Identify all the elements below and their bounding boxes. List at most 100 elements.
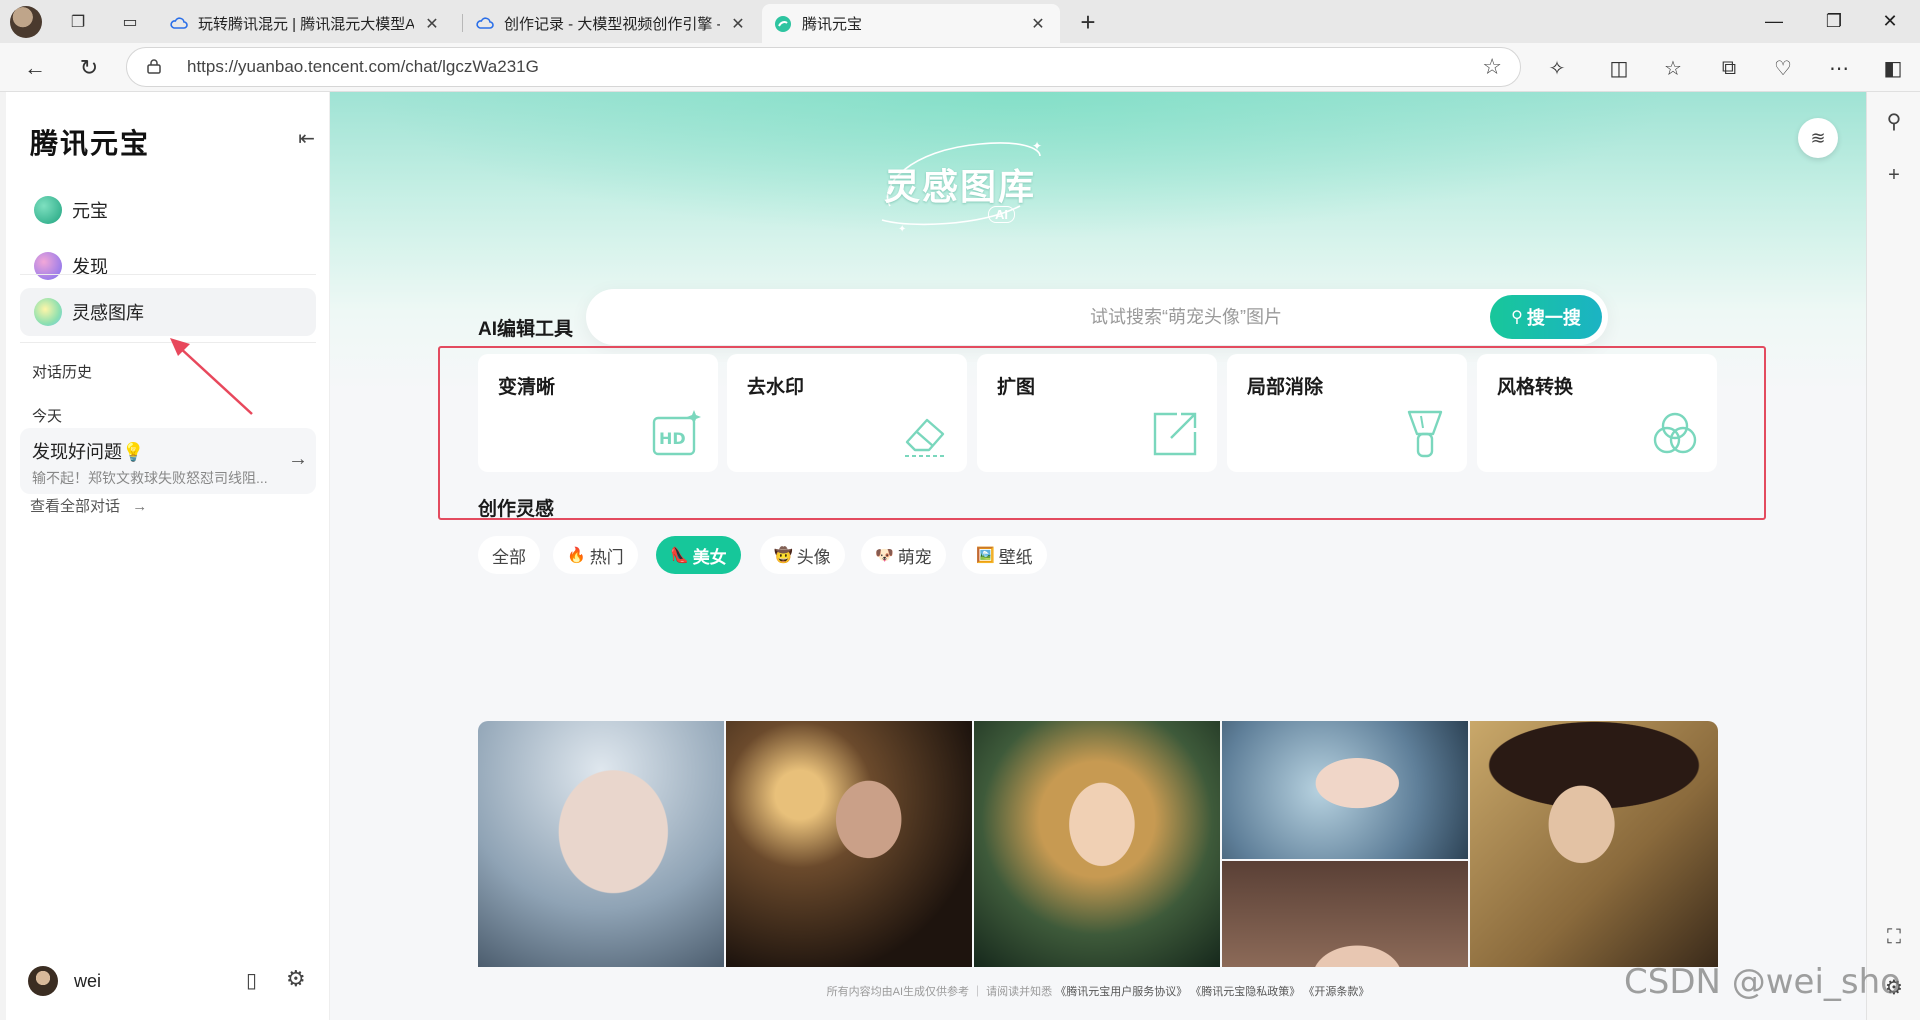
nav-item-yuanbao[interactable]: 元宝	[20, 186, 316, 234]
circles-icon	[1653, 412, 1697, 454]
browser-essentials-icon[interactable]: ♡	[1766, 51, 1800, 85]
open-source-link[interactable]: 《开源条款》	[1303, 986, 1369, 998]
app-sidebar: 腾讯元宝 ⇤ 元宝 发现 灵感图库 对话历史 今天 发现好问题💡 输不起！郑钦文…	[6, 92, 330, 1020]
cloud-icon	[476, 16, 494, 29]
watermark-text: CSDN @wei_sho	[1624, 962, 1901, 1002]
tool-card-expand[interactable]: 扩图	[977, 354, 1217, 472]
avatar[interactable]	[28, 966, 58, 996]
close-icon[interactable]: ✕	[728, 14, 748, 34]
close-icon[interactable]: ✕	[422, 14, 442, 34]
nav-item-discover[interactable]: 发现	[20, 242, 316, 290]
dog-icon: 🐶	[875, 547, 894, 564]
footer-prefix: 所有内容均由AI生成仅供参考 ｜ 请阅读并知悉	[826, 986, 1053, 998]
svg-text:✦: ✦	[898, 224, 906, 235]
today-label: 今天	[32, 408, 63, 425]
discover-icon	[34, 252, 62, 280]
tab-title: 腾讯元宝	[802, 16, 863, 33]
split-screen-icon[interactable]: ◫	[1602, 51, 1636, 85]
extensions-icon[interactable]: ✧	[1540, 51, 1574, 85]
terms-link[interactable]: 《腾讯元宝用户服务协议》	[1055, 986, 1187, 998]
gallery-image[interactable]	[1470, 721, 1718, 967]
more-menu-icon[interactable]: ⋯	[1822, 51, 1856, 85]
tool-card-remove-watermark[interactable]: 去水印	[727, 354, 967, 472]
user-row: wei ▯ ⚙	[28, 962, 318, 1002]
favorites-icon[interactable]: ☆	[1656, 51, 1690, 85]
expand-icon	[1153, 412, 1197, 456]
search-bar: ⚲ 搜一搜	[586, 289, 1608, 345]
cowboy-face-icon: 🤠	[774, 547, 793, 564]
tool-card-enhance[interactable]: 变清晰 HD	[478, 354, 718, 472]
chip-label: 热门	[589, 547, 624, 567]
search-input[interactable]	[586, 289, 1466, 345]
close-icon[interactable]: ✕	[1028, 14, 1048, 34]
browser-profile-avatar[interactable]	[10, 6, 42, 38]
history-label: 对话历史	[32, 364, 93, 381]
layers-icon[interactable]: ≋	[1798, 118, 1838, 158]
chip-label: 美女	[692, 547, 727, 567]
favorite-star-icon[interactable]: ☆	[1482, 54, 1502, 80]
picture-icon: 🖼️	[976, 547, 995, 564]
history-item[interactable]: 发现好问题💡 输不起！郑钦文救球失败怒怼司线阻... →	[20, 428, 316, 494]
chip-beauty[interactable]: 👠 美女	[656, 536, 741, 574]
chip-pets[interactable]: 🐶 萌宠	[861, 536, 946, 574]
divider	[20, 274, 316, 275]
tool-name: 风格转换	[1497, 377, 1574, 398]
minimize-button[interactable]: —	[1746, 0, 1802, 43]
chip-label: 头像	[796, 547, 831, 567]
gallery-image[interactable]	[1222, 721, 1468, 859]
tool-card-local-erase[interactable]: 局部消除	[1227, 354, 1467, 472]
collections-icon[interactable]: ⧉	[1712, 51, 1746, 85]
add-icon[interactable]: +	[1877, 158, 1911, 192]
svg-text:HD: HD	[659, 429, 686, 448]
tool-card-style-transfer[interactable]: 风格转换	[1477, 354, 1717, 472]
refresh-button[interactable]: ↻	[72, 51, 106, 85]
chip-hot[interactable]: 🔥 热门	[553, 536, 638, 574]
tab-actions-icon[interactable]: ▭	[116, 8, 144, 36]
phone-icon[interactable]: ▯	[246, 968, 257, 993]
close-window-button[interactable]: ✕	[1862, 0, 1918, 43]
tab-hunyuan[interactable]: 玩转腾讯混元 | 腾讯混元大模型AI ✕	[158, 4, 454, 43]
nav-item-inspiration-gallery[interactable]: 灵感图库	[20, 288, 316, 336]
nav-item-label: 元宝	[72, 201, 108, 221]
screenshot-icon[interactable]: ⛶	[1877, 920, 1911, 954]
tab-title: 玩转腾讯混元 | 腾讯混元大模型AI	[198, 16, 414, 33]
gallery-image[interactable]	[974, 721, 1220, 967]
tab-creation-record[interactable]: 创作记录 - 大模型视频创作引擎 - ✕	[464, 4, 760, 43]
search-icon: ⚲	[1511, 309, 1523, 326]
gear-icon[interactable]: ⚙	[286, 966, 306, 992]
inspiration-section-title: 创作灵感	[478, 499, 555, 520]
fire-icon: 🔥	[567, 547, 586, 564]
edge-sidebar: ⚲ + ⛶ ⚙	[1866, 92, 1920, 1020]
search-button[interactable]: ⚲ 搜一搜	[1490, 295, 1602, 339]
gallery-image[interactable]	[478, 721, 724, 967]
yuanbao-logo-icon	[34, 196, 62, 224]
heel-icon: 👠	[670, 547, 689, 564]
gallery-image[interactable]	[1222, 861, 1468, 967]
svg-text:✦: ✦	[1032, 139, 1042, 153]
chip-all[interactable]: 全部	[478, 536, 540, 574]
sidebar-toggle-icon[interactable]: ◧	[1876, 51, 1910, 85]
brush-icon	[1407, 410, 1443, 458]
gallery-image[interactable]	[726, 721, 972, 967]
chip-wallpaper[interactable]: 🖼️ 壁纸	[962, 536, 1047, 574]
eraser-icon	[905, 418, 945, 457]
new-tab-button[interactable]: +	[1072, 6, 1104, 38]
restore-button[interactable]: ❐	[1806, 0, 1862, 43]
tool-name: 扩图	[997, 377, 1036, 398]
search-icon[interactable]: ⚲	[1877, 104, 1911, 138]
tab-yuanbao[interactable]: 腾讯元宝 ✕	[762, 4, 1060, 43]
tab-title: 创作记录 - 大模型视频创作引擎 -	[504, 16, 720, 33]
history-item-subtitle: 输不起！郑钦文救球失败怒怼司线阻...	[32, 470, 268, 486]
nav-item-label: 发现	[72, 257, 108, 277]
chip-avatar[interactable]: 🤠 头像	[760, 536, 845, 574]
collapse-sidebar-icon[interactable]: ⇤	[298, 126, 315, 151]
back-button[interactable]: ←	[18, 51, 52, 85]
inspiration-gallery-icon	[34, 298, 62, 326]
url-field[interactable]: https://yuanbao.tencent.com/chat/lgczWa2…	[126, 47, 1521, 87]
tools-section-title: AI编辑工具	[478, 319, 574, 340]
workspaces-icon[interactable]: ❐	[64, 8, 92, 36]
privacy-link[interactable]: 《腾讯元宝隐私政策》	[1190, 986, 1300, 998]
annotation-arrow	[170, 338, 253, 415]
arrow-right-icon[interactable]: →	[288, 448, 308, 471]
view-all-conversations-link[interactable]: 查看全部对话 →	[30, 495, 147, 516]
